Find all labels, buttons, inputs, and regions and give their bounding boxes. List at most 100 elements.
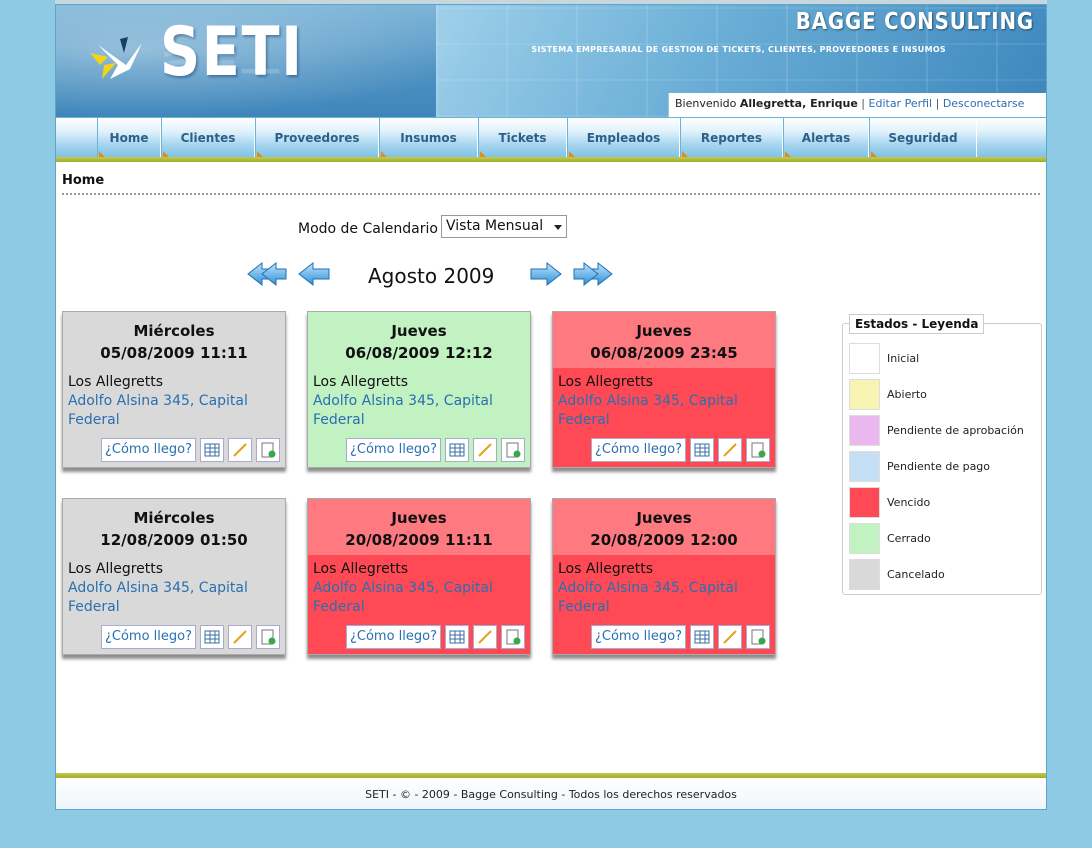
table-icon (204, 630, 220, 644)
nav-item-home[interactable]: Home (97, 118, 161, 158)
legend-swatch (849, 558, 880, 590)
card-client: Los Allegretts (313, 561, 409, 577)
legend-item: Cerrado (849, 522, 931, 554)
status-legend: Estados - Leyenda Inicial Abierto Pendie… (842, 314, 1042, 595)
calendar-view-button[interactable] (690, 625, 714, 649)
card-client: Los Allegretts (68, 374, 164, 390)
how-to-get-button[interactable]: ¿Cómo llego? (100, 438, 196, 462)
card-client: Los Allegretts (68, 561, 164, 577)
arrow-left-icon[interactable] (296, 260, 332, 288)
nav-item-clientes[interactable]: Clientes (161, 118, 255, 158)
table-icon (694, 630, 710, 644)
legend-item: Inicial (849, 342, 919, 374)
card-client: Los Allegretts (313, 374, 409, 390)
legend-item: Cancelado (849, 558, 945, 590)
pencil-icon (233, 630, 247, 644)
legend-swatch (849, 378, 880, 410)
add-document-icon (506, 629, 521, 645)
legend-item: Abierto (849, 378, 927, 410)
calendar-mode-select[interactable]: Vista Mensual (441, 215, 567, 238)
logo-reflection: SETI (160, 43, 304, 79)
how-to-get-button[interactable]: ¿Cómo llego? (100, 625, 196, 649)
how-to-get-button[interactable]: ¿Cómo llego? (590, 625, 686, 649)
nav-item-alertas[interactable]: Alertas (783, 118, 869, 158)
card-day: Miércoles (133, 322, 215, 340)
add-note-button[interactable] (256, 625, 280, 649)
table-icon (449, 630, 465, 644)
calendar-card[interactable]: Jueves 06/08/2009 12:12 Los Allegretts A… (307, 311, 531, 468)
add-document-icon (506, 442, 521, 458)
edit-button[interactable] (473, 438, 497, 462)
card-datetime: 20/08/2009 11:11 (345, 531, 493, 549)
edit-button[interactable] (228, 438, 252, 462)
add-note-button[interactable] (746, 438, 770, 462)
calendar-mode-label: Modo de Calendario (298, 221, 438, 237)
calendar-card[interactable]: Jueves 20/08/2009 11:11 Los Allegretts A… (307, 498, 531, 655)
how-to-get-button[interactable]: ¿Cómo llego? (345, 625, 441, 649)
nav-item-seguridad[interactable]: Seguridad (869, 118, 977, 158)
double-arrow-left-icon[interactable] (246, 260, 288, 288)
table-icon (204, 443, 220, 457)
edit-button[interactable] (718, 438, 742, 462)
legend-item: Pendiente de aprobación (849, 414, 1024, 446)
table-icon (694, 443, 710, 457)
calendar-view-button[interactable] (690, 438, 714, 462)
card-day: Jueves (636, 509, 692, 527)
add-note-button[interactable] (256, 438, 280, 462)
calendar-card[interactable]: Jueves 20/08/2009 12:00 Los Allegretts A… (552, 498, 776, 655)
double-arrow-right-icon[interactable] (572, 260, 614, 288)
company-name: BAGGE CONSULTING (795, 9, 1034, 35)
calendar-card[interactable]: Jueves 06/08/2009 23:45 Los Allegretts A… (552, 311, 776, 468)
calendar-view-button[interactable] (200, 625, 224, 649)
legend-swatch (849, 486, 880, 518)
card-client: Los Allegretts (558, 374, 654, 390)
card-address[interactable]: Adolfo Alsina 345, Capital Federal (68, 579, 280, 617)
edit-button[interactable] (228, 625, 252, 649)
pencil-icon (723, 630, 737, 644)
system-subtitle: SISTEMA EMPRESARIAL DE GESTION DE TICKET… (531, 45, 946, 54)
card-day: Jueves (391, 322, 447, 340)
breadcrumb: Home (62, 173, 105, 188)
card-address[interactable]: Adolfo Alsina 345, Capital Federal (558, 392, 770, 430)
user-name: Allegretta, Enrique (739, 97, 858, 110)
card-datetime: 06/08/2009 12:12 (345, 344, 493, 362)
nav-item-reportes[interactable]: Reportes (680, 118, 783, 158)
calendar-card[interactable]: Miércoles 12/08/2009 01:50 Los Allegrett… (62, 498, 286, 655)
edit-profile-link[interactable]: Editar Perfil (869, 97, 933, 110)
calendar-view-button[interactable] (200, 438, 224, 462)
how-to-get-button[interactable]: ¿Cómo llego? (590, 438, 686, 462)
add-note-button[interactable] (501, 438, 525, 462)
card-address[interactable]: Adolfo Alsina 345, Capital Federal (558, 579, 770, 617)
calendar-view-button[interactable] (445, 438, 469, 462)
card-address[interactable]: Adolfo Alsina 345, Capital Federal (313, 579, 525, 617)
card-address[interactable]: Adolfo Alsina 345, Capital Federal (68, 392, 280, 430)
logout-link[interactable]: Desconectarse (943, 97, 1025, 110)
nav-item-insumos[interactable]: Insumos (379, 118, 478, 158)
edit-button[interactable] (718, 625, 742, 649)
footer: SETI - © - 2009 - Bagge Consulting - Tod… (56, 778, 1046, 809)
main-nav: Home Clientes Proveedores Insumos Ticket… (56, 117, 1046, 158)
card-day: Jueves (636, 322, 692, 340)
header-banner: SETI SETI BAGGE CONSULTING SISTEMA EMPRE… (56, 5, 1046, 117)
legend-swatch (849, 414, 880, 446)
add-document-icon (751, 442, 766, 458)
edit-button[interactable] (473, 625, 497, 649)
card-day: Jueves (391, 509, 447, 527)
how-to-get-button[interactable]: ¿Cómo llego? (345, 438, 441, 462)
arrow-right-icon[interactable] (528, 260, 564, 288)
calendar-view-button[interactable] (445, 625, 469, 649)
nav-divider (56, 157, 1046, 162)
card-address[interactable]: Adolfo Alsina 345, Capital Federal (313, 392, 525, 430)
add-document-icon (261, 629, 276, 645)
calendar-card[interactable]: Miércoles 05/08/2009 11:11 Los Allegrett… (62, 311, 286, 468)
add-document-icon (751, 629, 766, 645)
nav-item-tickets[interactable]: Tickets (478, 118, 567, 158)
add-note-button[interactable] (501, 625, 525, 649)
add-note-button[interactable] (746, 625, 770, 649)
pencil-icon (723, 443, 737, 457)
card-datetime: 05/08/2009 11:11 (100, 344, 248, 362)
nav-item-proveedores[interactable]: Proveedores (255, 118, 379, 158)
logo-star-icon (90, 37, 142, 79)
nav-item-empleados[interactable]: Empleados (567, 118, 680, 158)
card-datetime: 20/08/2009 12:00 (590, 531, 738, 549)
